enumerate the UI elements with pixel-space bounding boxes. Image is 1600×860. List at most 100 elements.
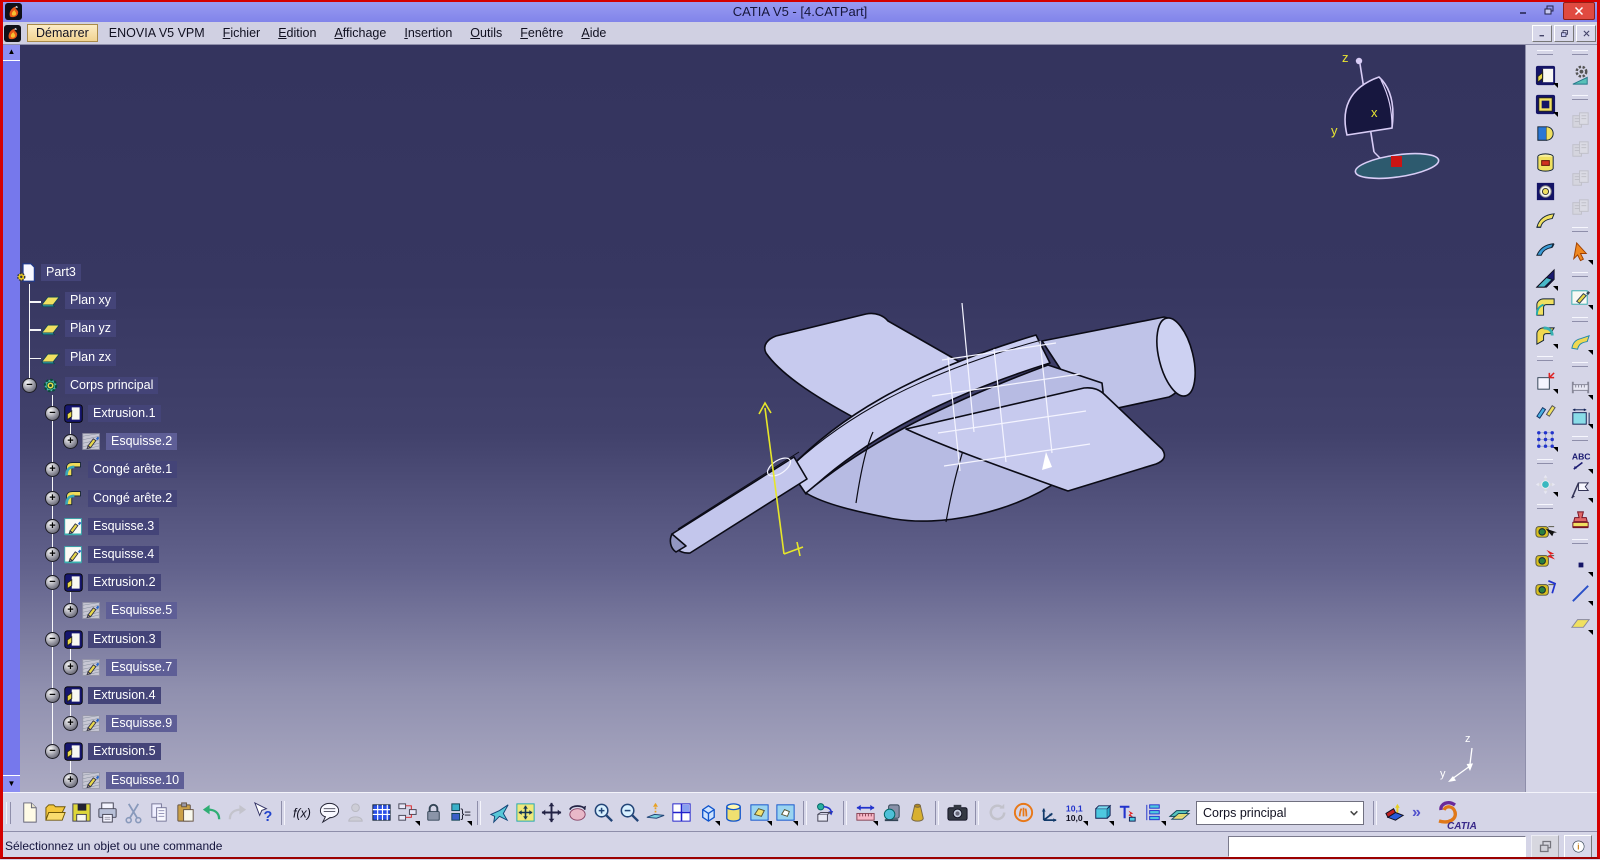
hole-button[interactable] <box>1532 178 1558 204</box>
tree-item-extrusion-2[interactable]: − Extrusion.2 <box>45 572 161 593</box>
expander-minus-icon[interactable]: − <box>45 688 60 703</box>
tree-item-plan-yz[interactable]: Plan yz <box>40 318 116 339</box>
scale-button[interactable] <box>1532 368 1558 394</box>
tree-item-label[interactable]: Plan xy <box>65 292 116 309</box>
expander-plus-icon[interactable]: + <box>63 434 78 449</box>
tree-item-label[interactable]: Esquisse.4 <box>88 546 159 563</box>
minimize-button[interactable] <box>1513 2 1535 18</box>
expander-plus-icon[interactable]: + <box>45 491 60 506</box>
manipulation-button[interactable] <box>1088 800 1114 826</box>
toolbar-grip[interactable] <box>1572 362 1588 367</box>
plane-button[interactable] <box>1567 609 1593 635</box>
scroll-down-icon[interactable]: ▼ <box>3 775 20 792</box>
expander-plus-icon[interactable]: + <box>63 660 78 675</box>
surfaces-button[interactable] <box>1567 329 1593 355</box>
chevron-down-icon[interactable] <box>1345 802 1363 824</box>
menu-affichage[interactable]: Affichage <box>325 24 395 42</box>
groove-button[interactable] <box>1532 149 1558 175</box>
new-document-button[interactable] <box>16 800 42 826</box>
dropdown-arrow-icon[interactable] <box>1588 469 1593 474</box>
measure-between-side-button[interactable] <box>1532 516 1558 542</box>
tree-item-label[interactable]: Esquisse.10 <box>106 772 184 789</box>
menu-fichier[interactable]: Fichier <box>214 24 270 42</box>
child-minimize-button[interactable] <box>1532 25 1552 42</box>
close-button[interactable] <box>1563 2 1595 20</box>
tree-item-esquisse-10[interactable]: + Esquisse.10 <box>63 770 184 791</box>
stiffener-button[interactable] <box>1532 265 1558 291</box>
measure-inertia-side-button[interactable] <box>1532 574 1558 600</box>
dropdown-arrow-icon[interactable] <box>1588 305 1593 310</box>
toolbar-grip[interactable] <box>1537 459 1553 464</box>
expander-plus-icon[interactable]: + <box>63 603 78 618</box>
capture-button[interactable] <box>944 800 970 826</box>
multi-view-button[interactable] <box>668 800 694 826</box>
copy-button[interactable] <box>146 800 172 826</box>
insert-axis-button[interactable] <box>1382 800 1408 826</box>
tree-item-esquisse-9[interactable]: + Esquisse.9 <box>63 713 177 734</box>
expander-plus-icon[interactable]: + <box>45 519 60 534</box>
point-button[interactable] <box>1567 551 1593 577</box>
tree-item-label[interactable]: Corps principal <box>65 377 158 394</box>
pan-button[interactable] <box>538 800 564 826</box>
cut-button[interactable] <box>120 800 146 826</box>
measure-between-button[interactable] <box>852 800 878 826</box>
dropdown-arrow-icon[interactable] <box>1588 260 1593 265</box>
zoom-out-button[interactable] <box>616 800 642 826</box>
dropdown-arrow-icon[interactable] <box>1553 344 1558 349</box>
tree-item-label[interactable]: Extrusion.2 <box>88 574 161 591</box>
tree-item-extrusion-5[interactable]: −Extrusion.5 <box>45 741 161 762</box>
pattern-button[interactable] <box>1532 426 1558 452</box>
tree-item-label[interactable]: Esquisse.9 <box>106 715 177 732</box>
iso-view-button[interactable] <box>694 800 720 826</box>
toolbar-grip[interactable] <box>1537 356 1553 361</box>
tree-item-label[interactable]: Congé arête.2 <box>88 490 177 507</box>
aircraft-model[interactable] <box>670 313 1202 553</box>
paste-button[interactable] <box>172 800 198 826</box>
catalog-button[interactable] <box>812 800 838 826</box>
plane-surface-button[interactable] <box>1166 800 1192 826</box>
dropdown-arrow-icon[interactable] <box>1588 350 1593 355</box>
text-annotation-button[interactable]: ABC <box>1567 448 1593 474</box>
expander-minus-icon[interactable]: − <box>45 406 60 421</box>
expander-minus-icon[interactable]: − <box>45 575 60 590</box>
expander-plus-icon[interactable]: + <box>63 716 78 731</box>
tree-item-extrusion-4[interactable]: −Extrusion.4 <box>45 685 161 706</box>
expander-plus-icon[interactable]: + <box>63 773 78 788</box>
dropdown-arrow-icon[interactable] <box>1588 424 1593 429</box>
dropdown-arrow-icon[interactable] <box>1553 83 1558 88</box>
tree-item-esquisse-7[interactable]: +Esquisse.7 <box>63 657 177 678</box>
tree-item-label[interactable]: Congé arête.1 <box>88 461 177 478</box>
expander-minus-icon[interactable]: − <box>45 632 60 647</box>
open-button[interactable] <box>42 800 68 826</box>
tree-item-extrusion-1[interactable]: −Extrusion.1 <box>45 403 161 424</box>
dropdown-arrow-icon[interactable] <box>467 821 472 826</box>
tree-item-label[interactable]: Plan zx <box>65 349 116 366</box>
tree-item-cong-ar-te-2[interactable]: + Congé arête.2 <box>45 488 177 509</box>
toolbar-grip[interactable] <box>1537 504 1553 509</box>
child-close-button[interactable] <box>1576 25 1596 42</box>
menu-d-marrer[interactable]: Démarrer <box>27 24 98 42</box>
compass-manipulation-handle[interactable] <box>1391 156 1402 167</box>
axis-system-button[interactable] <box>1036 800 1062 826</box>
swap-visible-space-button[interactable] <box>1010 800 1036 826</box>
tree-item-plan-zx[interactable]: Plan zx <box>40 347 116 368</box>
3d-viewport[interactable]: z x y z y <box>20 44 1525 792</box>
rules-button[interactable]: }= <box>446 800 472 826</box>
expander-minus-icon[interactable]: − <box>45 744 60 759</box>
fit-all-in-button[interactable] <box>512 800 538 826</box>
toolbar-grip[interactable] <box>1572 227 1588 232</box>
pad-button[interactable] <box>1532 62 1558 88</box>
shading-button[interactable] <box>720 800 746 826</box>
measure-thickness-button[interactable] <box>1532 545 1558 571</box>
measure-item-button[interactable] <box>878 800 904 826</box>
toolbar-grip[interactable] <box>1572 539 1588 544</box>
slot-button[interactable] <box>1532 236 1558 262</box>
normal-view-button[interactable] <box>642 800 668 826</box>
undo-button[interactable] <box>198 800 224 826</box>
sketcher-button[interactable] <box>1567 284 1593 310</box>
tools-options-button[interactable] <box>1567 62 1593 88</box>
menu-aide[interactable]: Aide <box>572 24 615 42</box>
toolbar-grip[interactable] <box>1572 50 1588 55</box>
constraint-box-button[interactable] <box>1567 403 1593 429</box>
snap-to-point-button[interactable]: 10,110,0 <box>1062 800 1088 826</box>
